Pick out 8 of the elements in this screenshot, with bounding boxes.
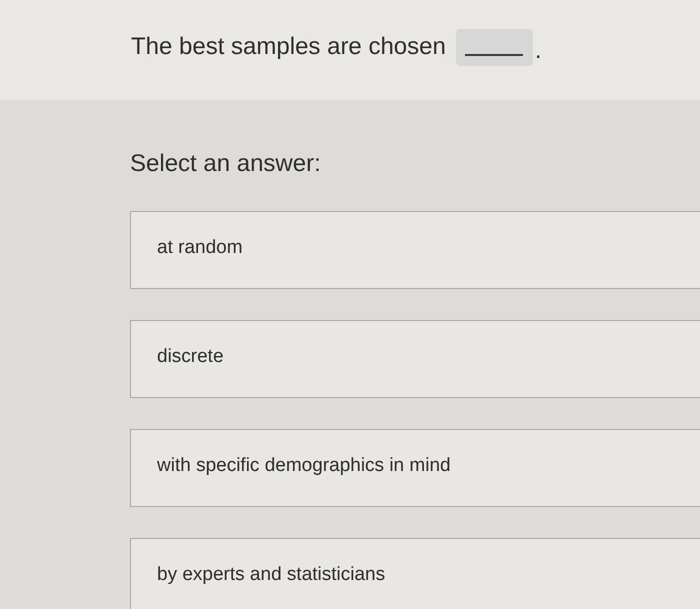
answer-option[interactable]: at random	[130, 211, 700, 289]
period-text: .	[534, 37, 542, 65]
answer-option[interactable]: discrete	[130, 320, 700, 398]
question-text: The best samples are chosen	[131, 33, 446, 61]
answer-option[interactable]: with specific demographics in mind	[130, 429, 700, 507]
answer-blank[interactable]	[456, 28, 533, 66]
answer-prompt: Select an answer:	[130, 149, 322, 179]
answer-option[interactable]: by experts and statisticians	[130, 538, 700, 609]
